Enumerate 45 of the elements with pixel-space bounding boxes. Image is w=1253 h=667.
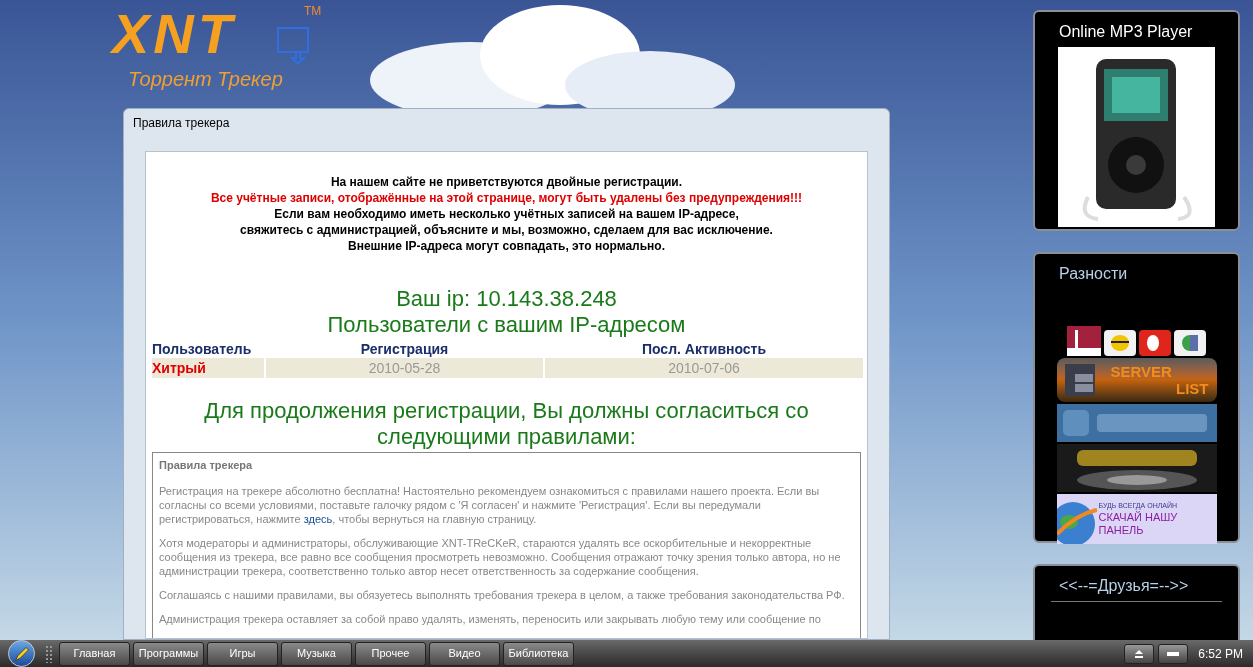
rules-paragraph: Соглашаясь с нашими правилами, вы обязуетесь выполнять требования трекера в целом, а также требования законодательства РФ. [159, 587, 846, 602]
eject-icon [1134, 649, 1145, 658]
ip-text: Ваш ip: 10.143.38.248 [396, 286, 617, 312]
banner-text: SERVER [1110, 363, 1173, 380]
start-button[interactable] [8, 640, 35, 667]
taskbar-button[interactable]: Библиотека [503, 641, 574, 666]
trademark-text: TM [304, 3, 322, 20]
section-heading: Пользователи с вашим IP-адресом [327, 312, 686, 338]
banner-text: СКАЧАЙ НАШУ [1098, 511, 1179, 524]
rules-title: Правила трекера [159, 458, 254, 473]
notice-text: На нашем сайте не приветствуются двойные регистрации. [330, 174, 683, 190]
warning-text: Все учётные записи, отображённые на этой странице, могут быть удалены без предупреждения!!! [210, 190, 803, 206]
taskbar-button[interactable]: Видео [429, 641, 500, 666]
notice-text: свяжитесь с администрацией, объясните и мы, возможно, сделаем для вас исключение. [240, 222, 773, 238]
table-cell: Хитрый [152, 358, 264, 378]
rules-paragraph: Регистрация на трекере абсолютно бесплатна! Настоятельно рекомендуем ознакомиться с правилами нашего проекта. Если вы согласны со всеми условиями, поставьте галочку рядом с 'Я согласен' и нажмите 'Регистрация'. Если вы передумали регистрироваться, нажмите здесь, чтобы вернуться на главную страницу. [159, 483, 821, 526]
window-title: Правила трекера [133, 115, 231, 132]
grip-icon [45, 644, 55, 663]
rules-paragraph: Администрация трекера оставляет за собой право удалять, изменять, переносить или закрывать любую тему или сообщение по [159, 611, 822, 626]
notice-text: Если вам необходимо иметь несколько учётных записей на вашем IP-адресе, [274, 206, 739, 222]
taskbar-button[interactable]: Прочее [355, 641, 426, 666]
pencil-icon [12, 644, 31, 663]
banner-text: ПАНЕЛЬ [1098, 524, 1145, 537]
column-header: Регистрация [359, 340, 450, 358]
notice-text: Внешние IP-адреса могут совпадать, это нормально. [347, 238, 665, 254]
server-list-banner[interactable]: SERVER LIST [1056, 358, 1217, 402]
table-cell: 2010-05-28 [266, 358, 543, 378]
panel-title: Online MP3 Player [1058, 22, 1194, 42]
panel-title: <<--=Друзья=-->> [1058, 576, 1190, 596]
minus-icon [1167, 651, 1180, 656]
minimize-button[interactable] [1158, 643, 1189, 664]
panel-title: Разности [1058, 264, 1129, 284]
table-cell: 2010-07-06 [545, 358, 863, 378]
column-header: Пользователь [152, 340, 253, 358]
rules-paragraph: Хотя модераторы и администраторы, обслуживающие XNT-TReCKeR, стараются удалять все оскорбительные и некорректные сообщения из трекера, все равно все сообщения просмотреть невозможно. Сообщения отражают точку зрения только автора, но не администрации трекера, соответственно только автор несет ответственность за содержание сообщения. [159, 535, 842, 578]
show-tray-button[interactable] [1124, 643, 1155, 664]
section-heading: Для продолжения регистрации, Вы должны согласиться со следующими правилами: [203, 398, 810, 450]
banner-text: LIST [1176, 380, 1209, 397]
tagline-text: Торрент Трекер [128, 67, 283, 92]
taskbar-button[interactable]: Главная [59, 641, 130, 666]
taskbar-button[interactable]: Игры [207, 641, 278, 666]
taskbar-button[interactable]: Музыка [281, 641, 352, 666]
taskbar-button[interactable]: Программы [133, 641, 204, 666]
clock: 6:52 PM [1198, 645, 1243, 663]
column-header: Посл. Активность [640, 340, 768, 358]
